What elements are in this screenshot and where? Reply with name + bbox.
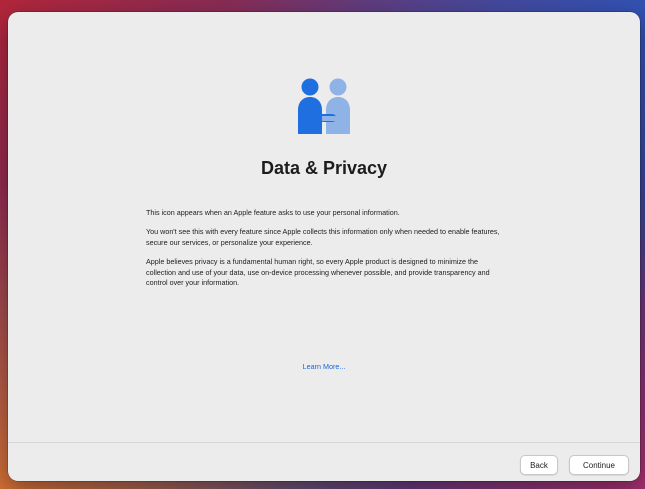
paragraph-icon-explanation: This icon appears when an Apple feature … (146, 208, 400, 217)
page-title: Data & Privacy (260, 158, 388, 178)
person-left-head (301, 78, 319, 96)
footer-divider (8, 442, 640, 443)
description: This icon appears when an Apple feature … (146, 208, 506, 297)
data-privacy-handshake-icon (298, 78, 350, 134)
handshake-right-hand (322, 116, 337, 121)
paragraph-privacy-statement: Apple believes privacy is a fundamental … (146, 257, 490, 288)
setup-assistant-window: Data & Privacy This icon appears when an… (8, 12, 640, 481)
learn-more-link[interactable]: Learn More... (8, 362, 640, 371)
back-button[interactable]: Back (520, 455, 558, 475)
paragraph-collection-note: You won't see this with every feature si… (146, 227, 500, 247)
person-right-head (329, 78, 347, 96)
continue-button[interactable]: Continue (569, 455, 629, 475)
